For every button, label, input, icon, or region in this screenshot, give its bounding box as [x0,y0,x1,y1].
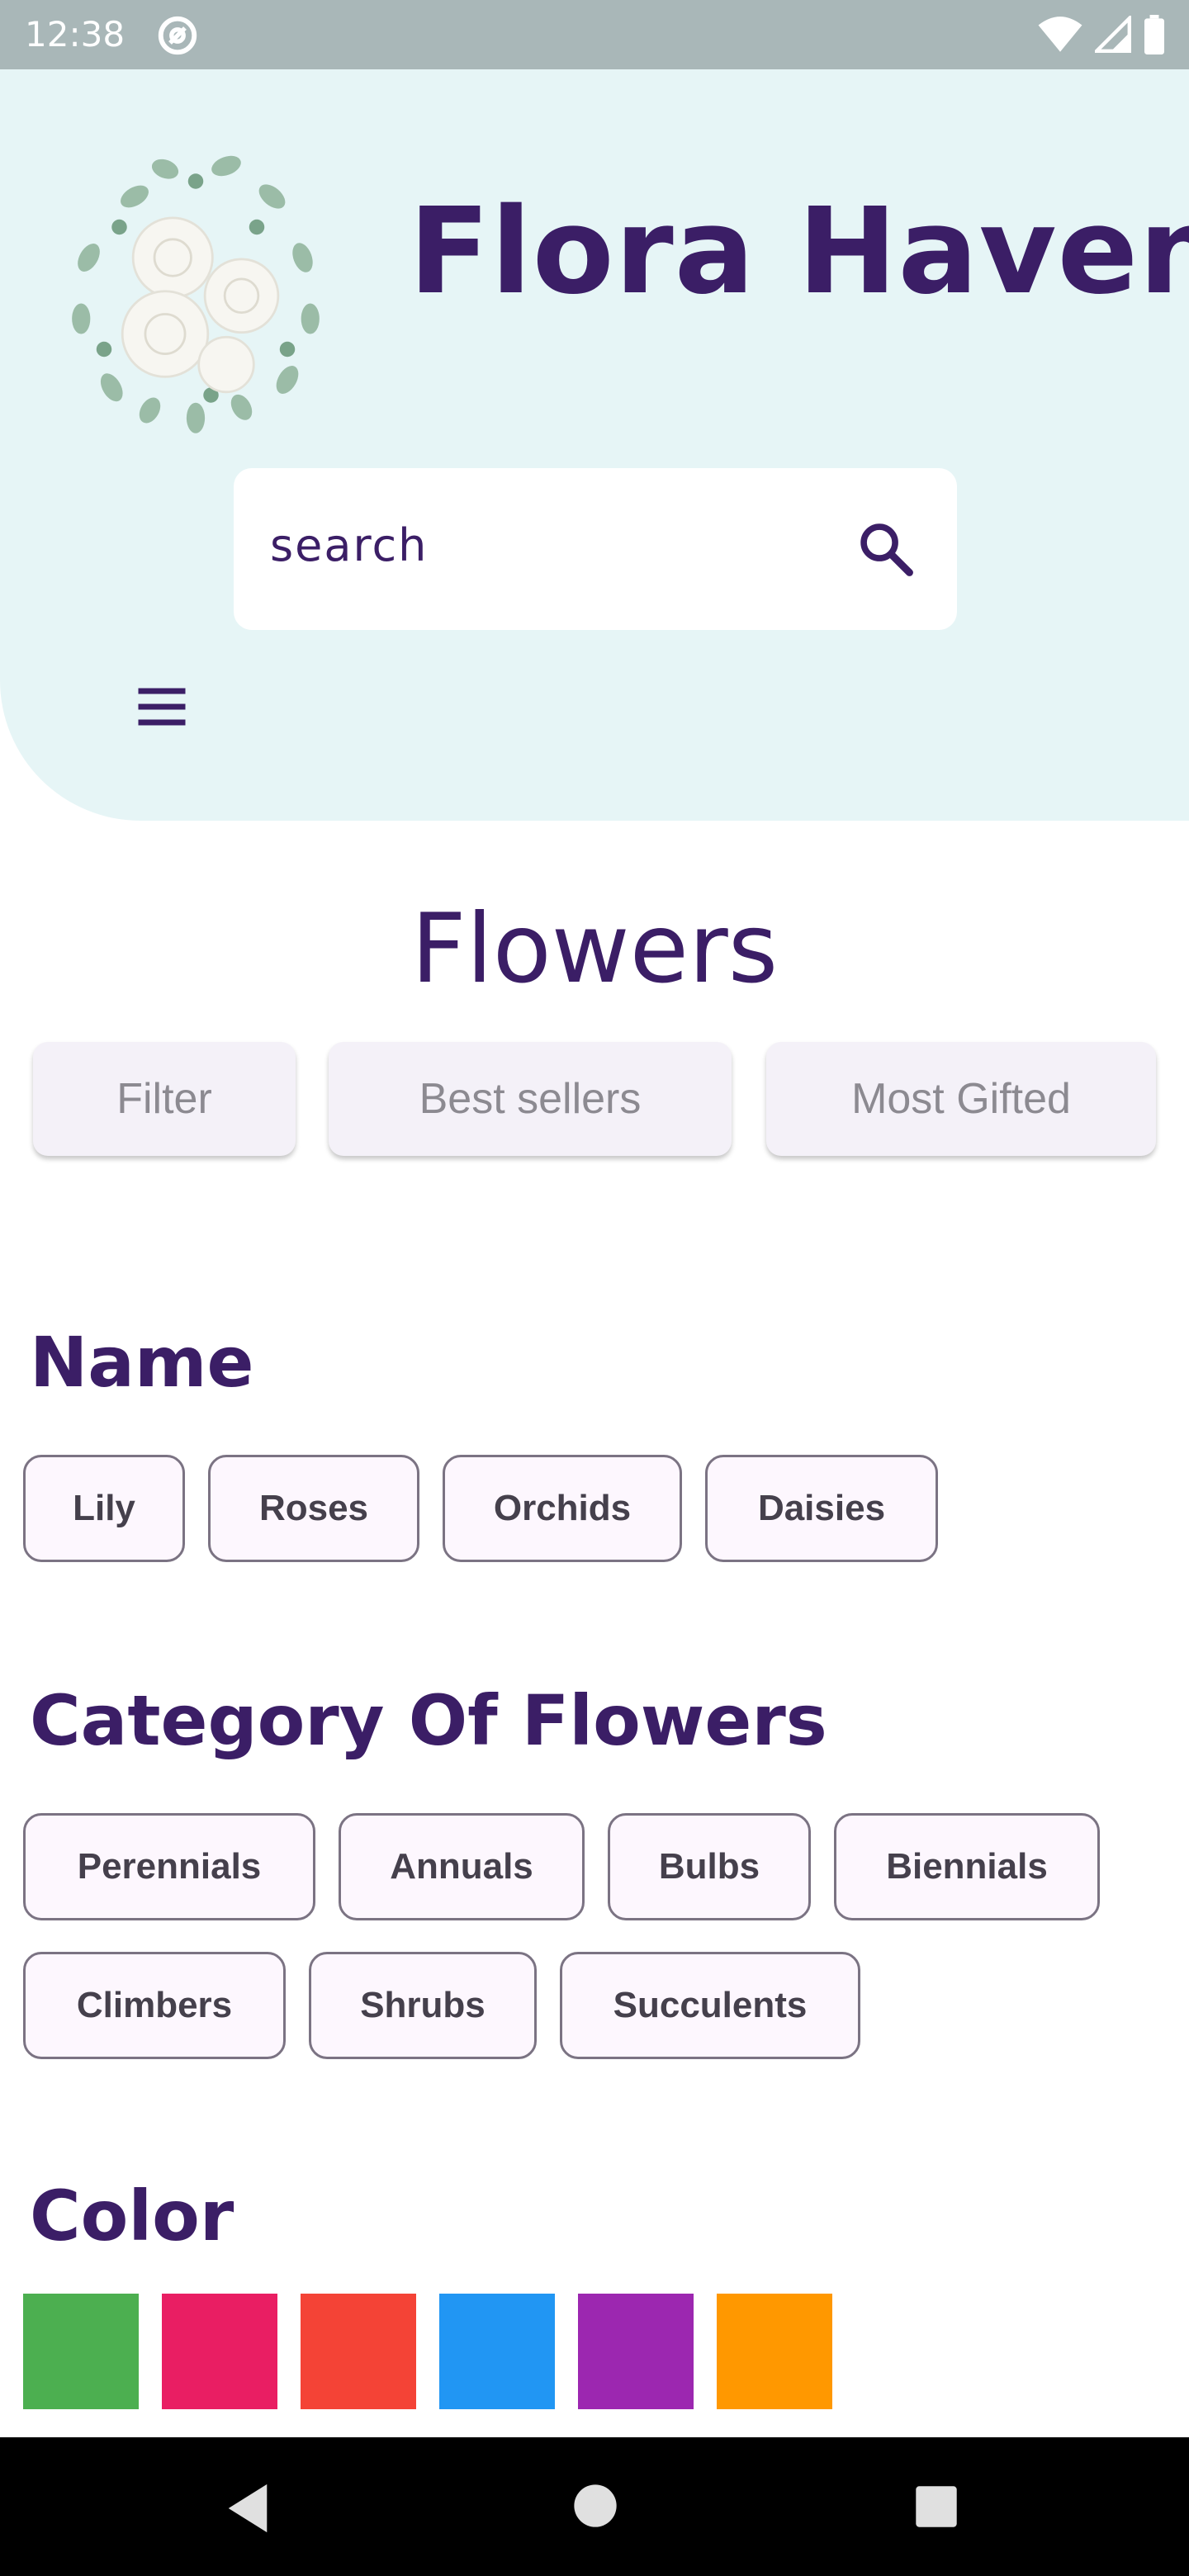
chip-biennials[interactable]: Biennials [834,1813,1100,1920]
wifi-icon [1038,17,1082,52]
chip-lily[interactable]: Lily [23,1455,185,1562]
brand-title: Flora Haven [409,182,1189,320]
tab-most-gifted[interactable]: Most Gifted [766,1042,1156,1156]
status-icons [1037,15,1166,54]
hamburger-menu-icon[interactable] [130,675,193,738]
tab-best-sellers[interactable]: Best sellers [329,1042,732,1156]
at-sign-icon [158,16,197,55]
home-icon[interactable] [573,2484,618,2528]
page-title: Flowers [410,893,779,1005]
search-icon[interactable] [855,518,917,580]
chip-roses[interactable]: Roses [208,1455,419,1562]
chip-climbers[interactable]: Climbers [23,1952,286,2059]
status-bar: 12:38 [0,0,1189,69]
color-swatch-purple[interactable] [578,2294,694,2409]
chip-bulbs[interactable]: Bulbs [608,1813,811,1920]
color-heading: Color [30,2176,234,2256]
search-placeholder: search [270,519,429,571]
color-swatch-orange[interactable] [717,2294,832,2409]
color-swatch-green[interactable] [23,2294,139,2409]
hero-header: Flora Haven search [0,69,1189,821]
name-heading: Name [30,1322,254,1403]
tab-filter[interactable]: Filter [33,1042,296,1156]
signal-icon [1095,16,1131,53]
category-heading: Category Of Flowers [30,1680,827,1761]
chip-perennials[interactable]: Perennials [23,1813,315,1920]
battery-icon [1144,15,1164,54]
status-time: 12:38 [25,14,126,54]
color-swatch-blue[interactable] [439,2294,555,2409]
chip-orchids[interactable]: Orchids [443,1455,682,1562]
system-nav-bar [0,2437,1189,2576]
chip-daisies[interactable]: Daisies [705,1455,938,1562]
search-input[interactable]: search [234,468,957,630]
color-swatch-pink[interactable] [162,2294,277,2409]
chip-succulents[interactable]: Succulents [560,1952,860,2059]
chip-shrubs[interactable]: Shrubs [309,1952,537,2059]
recents-icon[interactable] [915,2485,958,2528]
bouquet-logo [72,155,320,433]
chip-annuals[interactable]: Annuals [339,1813,585,1920]
back-icon[interactable] [223,2482,272,2535]
color-swatch-red[interactable] [301,2294,416,2409]
